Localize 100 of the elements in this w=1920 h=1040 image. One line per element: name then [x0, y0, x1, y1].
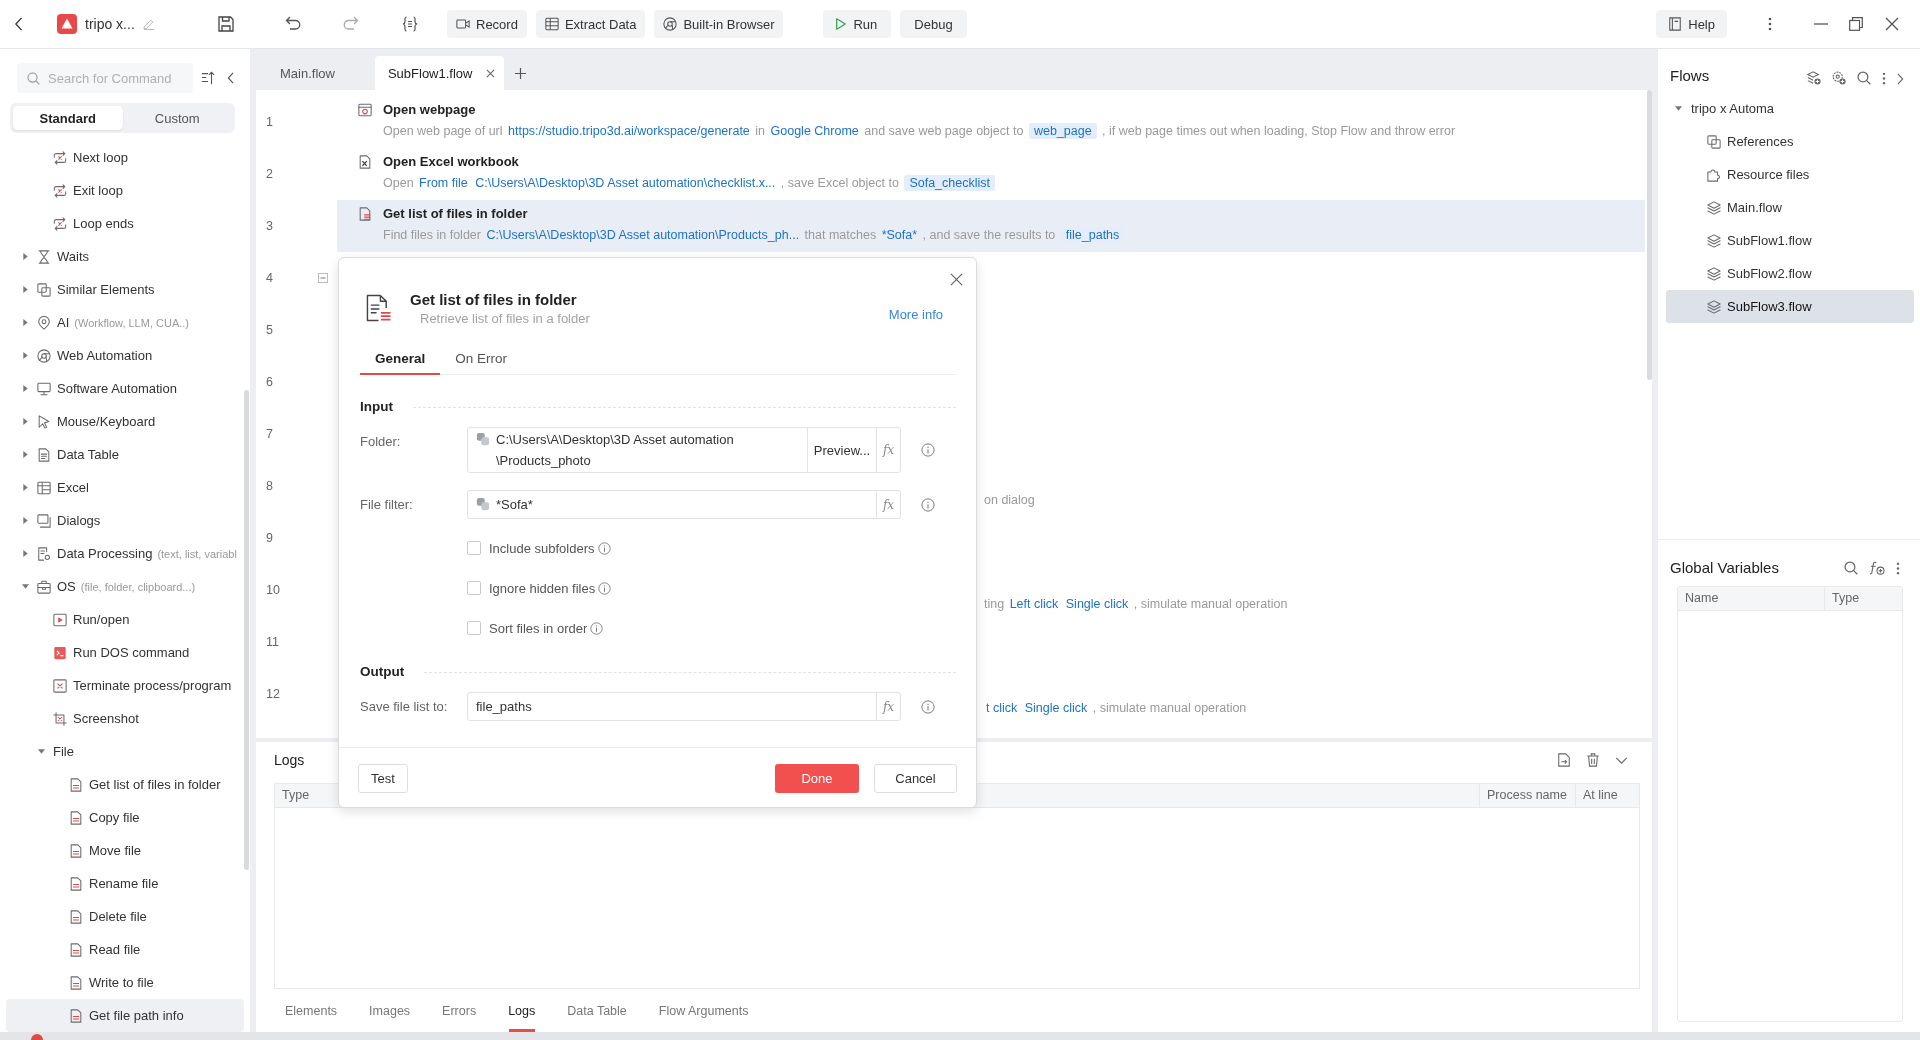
command-item[interactable]: Run DOS command	[6, 636, 244, 669]
caret-icon[interactable]	[21, 286, 29, 293]
flow-tree-item[interactable]: Main.flow	[1666, 191, 1914, 224]
command-item[interactable]: Next loop	[6, 141, 244, 174]
browser-button[interactable]: Built-in Browser	[654, 10, 784, 38]
restore-icon[interactable]	[1849, 17, 1863, 31]
flow-tree-item[interactable]: SubFlow3.flow	[1666, 290, 1914, 323]
gear-plus-icon[interactable]	[1832, 71, 1846, 85]
more-icon[interactable]	[1896, 562, 1900, 575]
info-icon[interactable]	[597, 541, 611, 555]
command-item[interactable]: Excel	[6, 471, 244, 504]
command-item[interactable]: Dialogs	[6, 504, 244, 537]
caret-icon[interactable]	[21, 583, 29, 590]
extract-data-button[interactable]: Extract Data	[535, 10, 646, 38]
file-tab[interactable]: Main.flow	[264, 56, 351, 90]
flow-step[interactable]: Open webpage Open web page of url https://studio.tripo3d.ai/workspace/generate in Google Chrome and save web page object to web_page , if web page times out when loading, Stop Flow and throw error	[337, 96, 1645, 148]
chevron-down-icon[interactable]	[1615, 756, 1628, 764]
debug-button[interactable]: Debug	[900, 10, 967, 38]
parameter-link[interactable]: Single click	[1024, 701, 1088, 715]
command-item[interactable]: Get file path info	[6, 999, 244, 1032]
command-item[interactable]: Read file	[6, 933, 244, 966]
chevron-left-icon[interactable]	[227, 72, 234, 84]
add-tab-icon[interactable]	[515, 68, 527, 79]
command-item[interactable]: Data Processing (text, list, variabl	[6, 537, 244, 570]
input-field[interactable]: *Sofa* fx	[467, 490, 901, 519]
function-button[interactable]: fx	[876, 491, 900, 518]
caret-icon[interactable]	[21, 484, 29, 491]
record-button[interactable]: Record	[447, 10, 527, 38]
checkbox[interactable]	[467, 541, 481, 555]
function-plus-icon[interactable]	[1869, 561, 1885, 575]
command-item[interactable]: Get list of files in folder	[6, 768, 244, 801]
command-item[interactable]: Delete file	[6, 900, 244, 933]
info-icon[interactable]	[921, 497, 935, 512]
caret-icon[interactable]	[21, 517, 29, 524]
scrollbar[interactable]	[1647, 90, 1652, 380]
mode-tab[interactable]: Standard	[13, 106, 123, 130]
variable-tag[interactable]: file_paths	[1060, 227, 1125, 243]
function-button[interactable]: fx	[876, 428, 900, 472]
info-icon[interactable]	[921, 699, 935, 714]
info-icon[interactable]	[921, 443, 935, 457]
command-item[interactable]: Data Table	[6, 438, 244, 471]
back-icon[interactable]	[14, 17, 23, 31]
flow-tree-item[interactable]: SubFlow2.flow	[1666, 257, 1914, 290]
parameter-link[interactable]: From file	[419, 176, 468, 190]
search-field[interactable]: Search for Command	[17, 63, 193, 93]
undo-icon[interactable]	[285, 16, 301, 32]
variable-tag[interactable]: web_page	[1028, 123, 1097, 139]
command-item[interactable]: Move file	[6, 834, 244, 867]
command-item[interactable]: Copy file	[6, 801, 244, 834]
caret-icon[interactable]	[21, 385, 29, 392]
close-icon[interactable]	[1885, 17, 1899, 31]
parameter-link[interactable]: Single click	[1065, 597, 1129, 611]
more-info-link[interactable]: More info	[888, 306, 943, 324]
input-field[interactable]: C:\Users\A\Desktop\3D Asset automation \Products_photo Preview... fx	[467, 427, 901, 473]
caret-icon[interactable]	[21, 451, 29, 458]
info-icon[interactable]	[598, 581, 612, 595]
parameter-link[interactable]: https://studio.tripo3d.ai/workspace/generate	[508, 124, 750, 138]
dialog-tab[interactable]: On Error	[440, 346, 523, 375]
sort-icon[interactable]	[201, 71, 215, 85]
braces-icon[interactable]	[402, 16, 418, 32]
checkbox[interactable]	[467, 581, 481, 595]
command-item[interactable]: Exit loop	[6, 174, 244, 207]
more-icon[interactable]	[1882, 72, 1886, 85]
save-icon[interactable]	[218, 16, 234, 32]
command-item[interactable]: Terminate process/program	[6, 669, 244, 702]
parameter-link[interactable]: C:\Users\A\Desktop\3D Asset automation\Products_ph...	[486, 228, 800, 242]
parameter-link[interactable]: t click	[986, 701, 1018, 715]
done-button[interactable]: Done	[775, 764, 859, 793]
trash-icon[interactable]	[1586, 753, 1600, 767]
flow-tree-item[interactable]: SubFlow1.flow	[1666, 224, 1914, 257]
variable-tag[interactable]: Sofa_checklist	[904, 175, 995, 191]
caret-icon[interactable]	[37, 748, 45, 755]
flow-step[interactable]: Get list of files in folder Find files in folder C:\Users\A\Desktop\3D Asset automation\Products_ph... that matches *Sofa* , and save the results to file_paths	[337, 200, 1645, 252]
command-item[interactable]: Run/open	[6, 603, 244, 636]
flow-tree-item[interactable]: Resource files	[1666, 158, 1914, 191]
project-name[interactable]: tripo x...	[85, 16, 135, 32]
checkbox[interactable]	[467, 621, 481, 635]
command-item[interactable]: Software Automation	[6, 372, 244, 405]
command-item[interactable]: Similar Elements	[6, 273, 244, 306]
caret-icon[interactable]	[21, 418, 29, 425]
close-icon[interactable]	[950, 273, 963, 286]
parameter-link[interactable]: Google Chrome	[770, 124, 859, 138]
close-icon[interactable]	[486, 68, 496, 78]
panel-tab[interactable]: Images	[353, 998, 427, 1032]
panel-tab[interactable]: Elements	[269, 998, 354, 1032]
parameter-link[interactable]: C:\Users\A\Desktop\3D Asset automation\checklist.x...	[475, 176, 776, 190]
search-icon[interactable]	[1857, 71, 1871, 85]
input-field[interactable]: file_paths fx	[467, 692, 901, 721]
caret-icon[interactable]	[21, 352, 29, 359]
caret-icon[interactable]	[21, 253, 29, 260]
panel-tab[interactable]: Flow Arguments	[642, 998, 765, 1032]
panel-tab[interactable]: Errors	[426, 998, 493, 1032]
stack-plus-icon[interactable]	[1807, 71, 1821, 85]
run-button[interactable]: Run	[823, 10, 892, 38]
search-icon[interactable]	[1844, 561, 1858, 575]
command-item[interactable]: AI (Workflow, LLM, CUA..)	[6, 306, 244, 339]
parameter-link[interactable]: Left click	[1009, 597, 1059, 611]
more-icon[interactable]	[1768, 17, 1772, 31]
caret-icon[interactable]	[1675, 105, 1682, 112]
cancel-button[interactable]: Cancel	[874, 764, 957, 793]
